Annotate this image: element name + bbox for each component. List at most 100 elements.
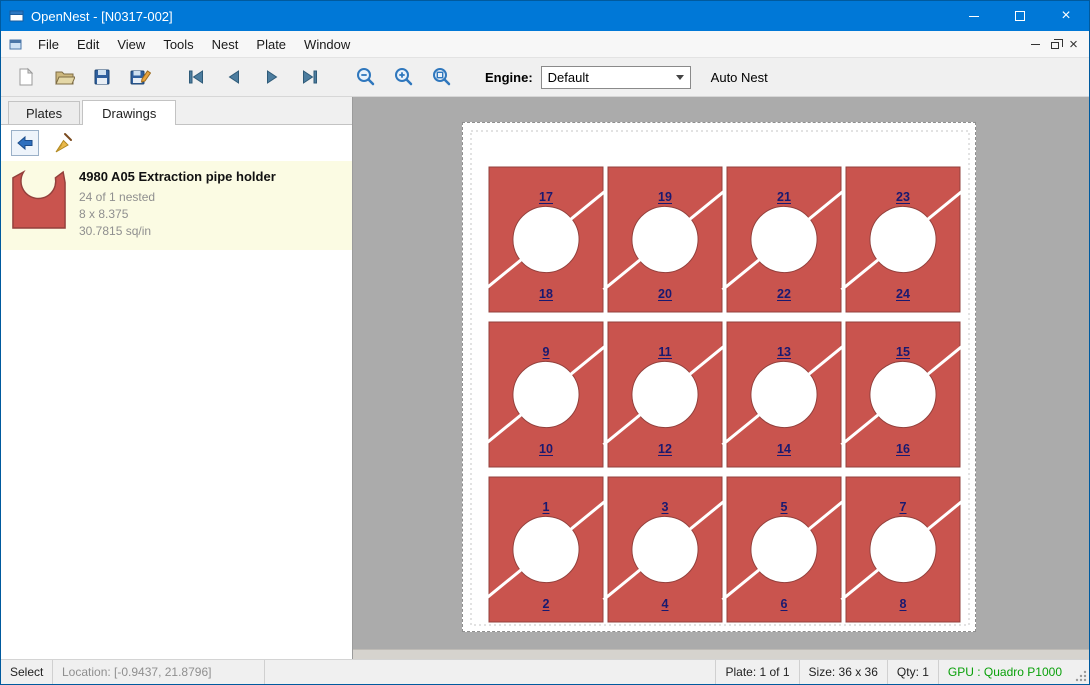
drawing-list-item[interactable]: 4980 A05 Extraction pipe holder 24 of 1 … [1,161,352,250]
part-number: 23 [896,190,910,204]
nested-pair[interactable]: 78 [841,477,964,622]
nested-pair[interactable]: 21 22 [722,167,845,312]
zoom-fit-button[interactable] [427,62,457,92]
nav-last-icon [300,67,320,87]
save-icon [92,67,112,87]
maximize-button[interactable] [997,1,1043,31]
part-number: 12 [658,442,672,456]
close-button[interactable]: × [1043,1,1089,31]
zoom-in-icon [393,66,415,88]
engine-label: Engine: [485,70,533,85]
nested-pair[interactable]: 12 [484,477,607,622]
save-button[interactable] [87,62,117,92]
nested-pair[interactable]: 1718 [484,167,607,312]
part-number: 15 [896,345,910,359]
sidebar: Plates Drawings 4980 A05 Extraction pip [1,97,353,659]
part-number: 18 [539,287,553,301]
engine-select[interactable]: Default [541,66,691,89]
part-number: 4 [662,597,669,611]
nested-pair[interactable]: 56 [722,477,845,622]
nested-pair[interactable]: 9 10 [484,322,607,467]
drawing-size: 8 x 8.375 [79,206,276,223]
part-number: 16 [896,442,910,456]
auto-nest-label[interactable]: Auto Nest [711,70,768,85]
part-number: 6 [781,597,788,611]
save-edit-icon [129,67,151,87]
minimize-button[interactable] [951,1,997,31]
part-number: 17 [539,190,553,204]
mdi-restore-button[interactable] [1045,35,1064,54]
mdi-minimize-icon [1031,44,1040,45]
drawing-nested-count: 24 of 1 nested [79,189,276,206]
menu-item-nest[interactable]: Nest [203,33,248,56]
status-plate: Plate: 1 of 1 [715,660,798,684]
tab-plates[interactable]: Plates [8,101,80,124]
status-qty: Qty: 1 [887,660,938,684]
menu-item-view[interactable]: View [108,33,154,56]
nested-pair[interactable]: 1314 [722,322,845,467]
status-location: Location: [-0.9437, 21.8796] [53,660,265,684]
window-title: OpenNest - [N0317-002] [31,9,173,24]
part-number: 2 [543,597,550,611]
clean-drawings-button[interactable] [49,130,77,156]
zoom-fit-icon [431,66,453,88]
drawing-thumbnail [11,169,67,231]
resize-grip[interactable] [1071,660,1089,684]
part-number: 20 [658,287,672,301]
app-window: OpenNest - [N0317-002] × File Edit View … [0,0,1090,685]
part-number: 10 [539,442,553,456]
main-area: Plates Drawings 4980 A05 Extraction pip [1,97,1089,659]
part-number: 22 [777,287,791,301]
sidebar-tabstrip: Plates Drawings [1,97,352,125]
menu-item-plate[interactable]: Plate [247,33,295,56]
broom-icon [52,132,74,154]
next-plate-button[interactable] [257,62,287,92]
chevron-down-icon [676,75,684,80]
zoom-out-icon [355,66,377,88]
nested-pair[interactable]: 1516 [841,322,964,467]
menu-item-tools[interactable]: Tools [154,33,202,56]
nested-pair[interactable]: 1920 [603,167,726,312]
part-number: 8 [900,597,907,611]
maximize-icon [1015,11,1025,21]
part-number: 11 [658,345,671,359]
last-plate-button[interactable] [295,62,325,92]
zoom-out-button[interactable] [351,62,381,92]
part-number: 9 [543,345,550,359]
import-drawing-button[interactable] [11,130,39,156]
previous-plate-button[interactable] [219,62,249,92]
plate[interactable]: 171819202122232491011121314151612345678 [462,122,976,632]
mdi-close-button[interactable]: × [1064,35,1083,54]
mdi-child-icon [9,38,23,51]
menu-item-edit[interactable]: Edit [68,33,108,56]
status-bar: Select Location: [-0.9437, 21.8796] Plat… [1,659,1089,684]
nested-pair[interactable]: 34 [603,477,726,622]
open-folder-icon [54,67,75,87]
status-gpu: GPU : Quadro P1000 [938,660,1071,684]
status-mode: Select [1,660,53,684]
part-number: 14 [777,442,791,456]
nested-pair[interactable]: 11 12 [603,322,726,467]
drawing-list: 4980 A05 Extraction pipe holder 24 of 1 … [1,161,352,250]
nav-first-icon [186,67,206,87]
tab-drawings[interactable]: Drawings [82,100,176,125]
menu-item-window[interactable]: Window [295,33,359,56]
new-button[interactable] [11,62,41,92]
close-icon: × [1061,7,1070,25]
horizontal-scrollbar[interactable] [353,649,1089,659]
mdi-close-icon: × [1069,36,1078,53]
part-number: 7 [900,500,907,514]
first-plate-button[interactable] [181,62,211,92]
open-button[interactable] [49,62,79,92]
new-file-icon [16,67,36,87]
nested-pair[interactable]: 23 24 [841,167,964,312]
main-toolbar: Engine: Default Auto Nest [1,57,1089,97]
part-number: 24 [896,287,910,301]
save-as-button[interactable] [125,62,155,92]
mdi-minimize-button[interactable] [1026,35,1045,54]
part-number: 21 [777,190,791,204]
zoom-in-button[interactable] [389,62,419,92]
nest-drawing: 171819202122232491011121314151612345678 [463,123,977,633]
menu-item-file[interactable]: File [29,33,68,56]
nest-canvas[interactable]: 171819202122232491011121314151612345678 [353,97,1089,659]
